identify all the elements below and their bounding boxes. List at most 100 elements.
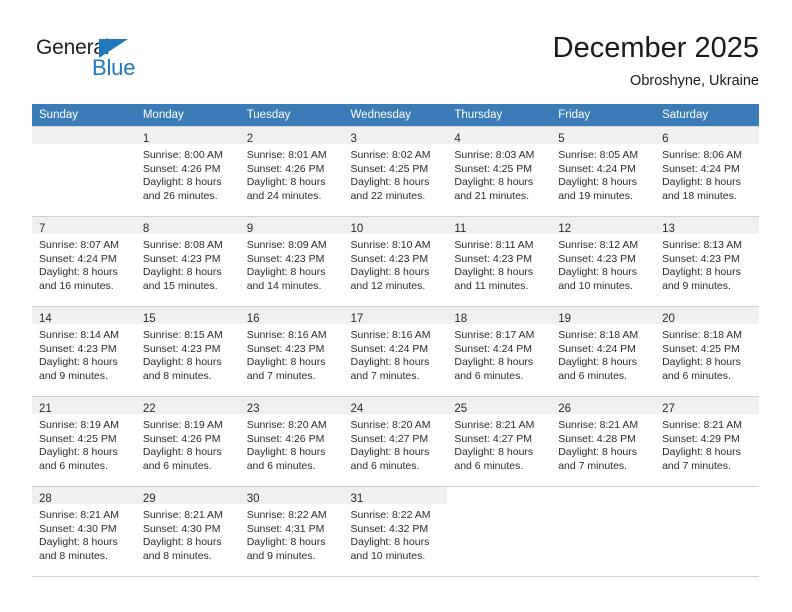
sunrise-text: Sunrise: 8:21 AM <box>39 509 119 521</box>
calendar-day-cell[interactable]: 29 Sunrise: 8:21 AM Sunset: 4:30 PM Dayligh… <box>135 486 240 577</box>
daylight-text: Daylight: 8 hours <box>246 446 326 459</box>
day-number-band <box>551 487 656 504</box>
sun-info-block: Sunrise: 8:17 AM Sunset: 4:24 PM Daylight:… <box>447 324 551 383</box>
sunset-text: Sunset: 4:30 PM <box>39 522 117 535</box>
sunset-text: Sunset: 4:27 PM <box>350 432 429 445</box>
sun-info-block: Sunrise: 8:19 AM Sunset: 4:25 PM Daylight:… <box>32 414 136 473</box>
sunrise-text: Sunrise: 8:05 AM <box>558 149 639 161</box>
sunrise-text: Sunrise: 8:22 AM <box>246 509 327 521</box>
daylight-text: and 26 minutes. <box>142 189 218 202</box>
calendar-day-cell[interactable]: 19 Sunrise: 8:18 AM Sunset: 4:24 PM Dayligh… <box>551 306 656 397</box>
calendar-day-cell[interactable]: 10 Sunrise: 8:10 AM Sunset: 4:23 PM Dayligh… <box>343 216 448 307</box>
day-number: 16 <box>246 313 260 325</box>
calendar-day-cell[interactable]: 25 Sunrise: 8:21 AM Sunset: 4:27 PM Dayligh… <box>447 396 552 487</box>
daylight-text: and 10 minutes. <box>558 279 633 292</box>
calendar-day-cell[interactable]: 15 Sunrise: 8:15 AM Sunset: 4:23 PM Dayligh… <box>135 306 240 397</box>
day-number-band: 14 <box>32 307 136 325</box>
day-number-band: 2 <box>239 127 344 145</box>
daylight-text: and 8 minutes. <box>142 369 212 382</box>
calendar-day-cell[interactable]: 3 Sunrise: 8:02 AM Sunset: 4:25 PM Daylight… <box>343 126 448 217</box>
calendar-day-cell[interactable]: 26 Sunrise: 8:21 AM Sunset: 4:28 PM Dayligh… <box>551 396 656 487</box>
calendar-empty-cell <box>551 486 656 577</box>
calendar-day-cell[interactable]: 27 Sunrise: 8:21 AM Sunset: 4:29 PM Dayligh… <box>655 396 759 487</box>
calendar-day-cell[interactable]: 1 Sunrise: 8:00 AM Sunset: 4:26 PM Daylight… <box>135 126 240 217</box>
sun-info-block: Sunrise: 8:05 AM Sunset: 4:24 PM Daylight:… <box>551 144 655 203</box>
calendar-day-cell[interactable]: 9 Sunrise: 8:09 AM Sunset: 4:23 PM Daylight… <box>239 216 344 307</box>
sun-info-block: Sunrise: 8:02 AM Sunset: 4:25 PM Daylight:… <box>344 144 448 203</box>
sun-info-block: Sunrise: 8:00 AM Sunset: 4:26 PM Daylight:… <box>136 144 240 203</box>
daylight-text: Daylight: 8 hours <box>142 356 222 369</box>
calendar-day-cell[interactable]: 4 Sunrise: 8:03 AM Sunset: 4:25 PM Daylight… <box>447 126 552 217</box>
sun-info-block: Sunrise: 8:22 AM Sunset: 4:31 PM Daylight:… <box>240 504 344 563</box>
day-number-band: 30 <box>239 487 344 505</box>
calendar-day-cell[interactable]: 18 Sunrise: 8:17 AM Sunset: 4:24 PM Dayligh… <box>447 306 552 397</box>
calendar-day-cell[interactable]: 14 Sunrise: 8:14 AM Sunset: 4:23 PM Dayligh… <box>32 306 136 397</box>
daylight-text: Daylight: 8 hours <box>454 356 534 369</box>
calendar-header-row: Sunday Monday Tuesday Wednesday Thursday Frid… <box>32 104 759 127</box>
calendar-day-cell[interactable]: 22 Sunrise: 8:19 AM Sunset: 4:26 PM Dayligh… <box>135 396 240 487</box>
day-number-band: 28 <box>32 487 136 505</box>
sunrise-text: Sunrise: 8:13 AM <box>662 239 743 251</box>
sunset-text: Sunset: 4:24 PM <box>350 342 429 355</box>
daylight-text: and 18 minutes. <box>662 189 737 202</box>
sunrise-text: Sunrise: 8:18 AM <box>662 329 743 341</box>
day-number-band: 6 <box>655 127 759 145</box>
calendar-table: Sunday Monday Tuesday Wednesday Thursday Frid… <box>32 104 759 577</box>
calendar-day-cell[interactable]: 24 Sunrise: 8:20 AM Sunset: 4:27 PM Dayligh… <box>343 396 448 487</box>
calendar-day-cell[interactable]: 30 Sunrise: 8:22 AM Sunset: 4:31 PM Dayligh… <box>239 486 344 577</box>
sunset-text: Sunset: 4:23 PM <box>454 252 533 265</box>
sunrise-text: Sunrise: 8:20 AM <box>350 419 431 431</box>
calendar-day-cell[interactable]: 31 Sunrise: 8:22 AM Sunset: 4:32 PM Dayligh… <box>343 486 448 577</box>
day-number-band: 7 <box>32 217 136 235</box>
daylight-text: and 7 minutes. <box>662 459 731 472</box>
day-number: 9 <box>246 223 254 235</box>
sunset-text: Sunset: 4:32 PM <box>350 522 429 535</box>
daylight-text: and 8 minutes. <box>142 549 212 562</box>
sun-info-block: Sunrise: 8:16 AM Sunset: 4:23 PM Daylight:… <box>240 324 344 383</box>
calendar-day-cell[interactable]: 11 Sunrise: 8:11 AM Sunset: 4:23 PM Dayligh… <box>447 216 552 307</box>
sun-info-block: Sunrise: 8:06 AM Sunset: 4:24 PM Daylight:… <box>655 144 759 203</box>
sunrise-text: Sunrise: 8:16 AM <box>350 329 431 341</box>
calendar-day-cell[interactable]: 8 Sunrise: 8:08 AM Sunset: 4:23 PM Daylight… <box>135 216 240 307</box>
daylight-text: Daylight: 8 hours <box>662 356 741 369</box>
day-number-band: 17 <box>343 307 448 325</box>
calendar-day-cell[interactable]: 20 Sunrise: 8:18 AM Sunset: 4:25 PM Dayligh… <box>655 306 759 397</box>
day-number-band: 8 <box>135 217 240 235</box>
sunset-text: Sunset: 4:23 PM <box>142 252 221 265</box>
daylight-text: Daylight: 8 hours <box>142 266 222 279</box>
calendar-day-cell[interactable]: 23 Sunrise: 8:20 AM Sunset: 4:26 PM Dayligh… <box>239 396 344 487</box>
calendar-day-cell[interactable]: 21 Sunrise: 8:19 AM Sunset: 4:25 PM Dayligh… <box>32 396 136 487</box>
day-number: 5 <box>558 133 565 145</box>
calendar-day-cell[interactable]: 6 Sunrise: 8:06 AM Sunset: 4:24 PM Daylight… <box>655 126 759 217</box>
sunrise-text: Sunrise: 8:20 AM <box>246 419 327 431</box>
calendar-day-cell[interactable]: 12 Sunrise: 8:12 AM Sunset: 4:23 PM Dayligh… <box>551 216 656 307</box>
day-number-band: 9 <box>239 217 344 235</box>
sun-info-block: Sunrise: 8:21 AM Sunset: 4:29 PM Daylight:… <box>655 414 759 473</box>
calendar-day-cell[interactable]: 28 Sunrise: 8:21 AM Sunset: 4:30 PM Dayligh… <box>32 486 136 577</box>
sunrise-text: Sunrise: 8:08 AM <box>142 239 223 251</box>
daylight-text: Daylight: 8 hours <box>142 176 222 189</box>
day-number: 29 <box>142 493 156 505</box>
sunset-text: Sunset: 4:23 PM <box>246 252 325 265</box>
calendar-day-cell[interactable]: 5 Sunrise: 8:05 AM Sunset: 4:24 PM Daylight… <box>551 126 656 217</box>
daylight-text: Daylight: 8 hours <box>39 536 118 549</box>
day-number-band: 18 <box>447 307 552 325</box>
sunrise-text: Sunrise: 8:14 AM <box>39 329 119 341</box>
day-number-band <box>655 487 759 504</box>
calendar-day-cell[interactable]: 13 Sunrise: 8:13 AM Sunset: 4:23 PM Dayligh… <box>655 216 759 307</box>
day-number-band: 31 <box>343 487 448 505</box>
calendar-day-cell[interactable]: 2 Sunrise: 8:01 AM Sunset: 4:26 PM Daylight… <box>239 126 344 217</box>
calendar-day-cell[interactable]: 17 Sunrise: 8:16 AM Sunset: 4:24 PM Dayligh… <box>343 306 448 397</box>
sun-info-block: Sunrise: 8:10 AM Sunset: 4:23 PM Daylight:… <box>344 234 448 293</box>
daylight-text: and 6 minutes. <box>246 459 316 472</box>
general-blue-logo[interactable]: General Blue <box>33 36 183 92</box>
day-number: 10 <box>350 223 364 235</box>
sunset-text: Sunset: 4:25 PM <box>662 342 740 355</box>
sun-info-block: Sunrise: 8:01 AM Sunset: 4:26 PM Daylight:… <box>240 144 344 203</box>
calendar-day-cell[interactable]: 7 Sunrise: 8:07 AM Sunset: 4:24 PM Daylight… <box>32 216 136 307</box>
calendar-day-cell[interactable]: 16 Sunrise: 8:16 AM Sunset: 4:23 PM Dayligh… <box>239 306 344 397</box>
calendar-week-row: 28 Sunrise: 8:21 AM Sunset: 4:30 PM Dayligh… <box>32 486 759 577</box>
sunset-text: Sunset: 4:24 PM <box>454 342 533 355</box>
day-number: 22 <box>142 403 156 415</box>
sunset-text: Sunset: 4:28 PM <box>558 432 636 445</box>
